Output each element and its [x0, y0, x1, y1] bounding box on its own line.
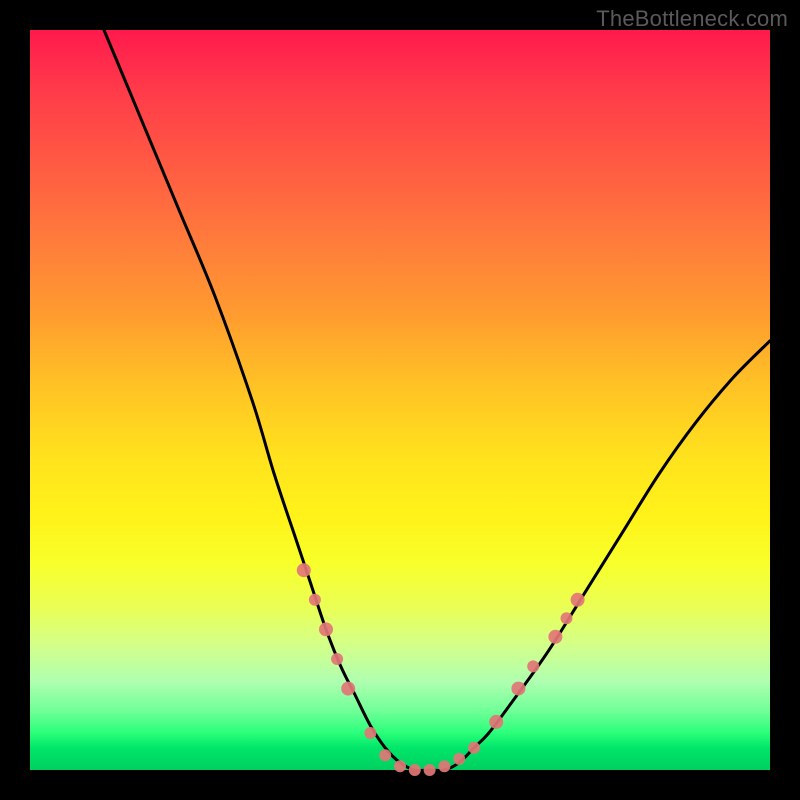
data-marker [561, 612, 573, 624]
data-marker [424, 764, 436, 776]
curve-path [104, 30, 770, 771]
chart-svg [30, 30, 770, 770]
data-marker [571, 593, 585, 607]
data-marker [331, 653, 343, 665]
watermark-text: TheBottleneck.com [596, 6, 788, 32]
data-marker [394, 760, 406, 772]
data-marker [548, 630, 562, 644]
data-marker [527, 660, 539, 672]
data-marker [309, 594, 321, 606]
data-marker [297, 563, 311, 577]
data-marker [319, 622, 333, 636]
markers-group [297, 563, 585, 776]
data-marker [468, 742, 480, 754]
data-marker [364, 727, 376, 739]
chart-frame: TheBottleneck.com [0, 0, 800, 800]
data-marker [511, 682, 525, 696]
plot-area [30, 30, 770, 770]
data-marker [489, 715, 503, 729]
data-marker [438, 760, 450, 772]
data-marker [341, 682, 355, 696]
data-marker [409, 764, 421, 776]
data-marker [453, 753, 465, 765]
data-marker [379, 749, 391, 761]
